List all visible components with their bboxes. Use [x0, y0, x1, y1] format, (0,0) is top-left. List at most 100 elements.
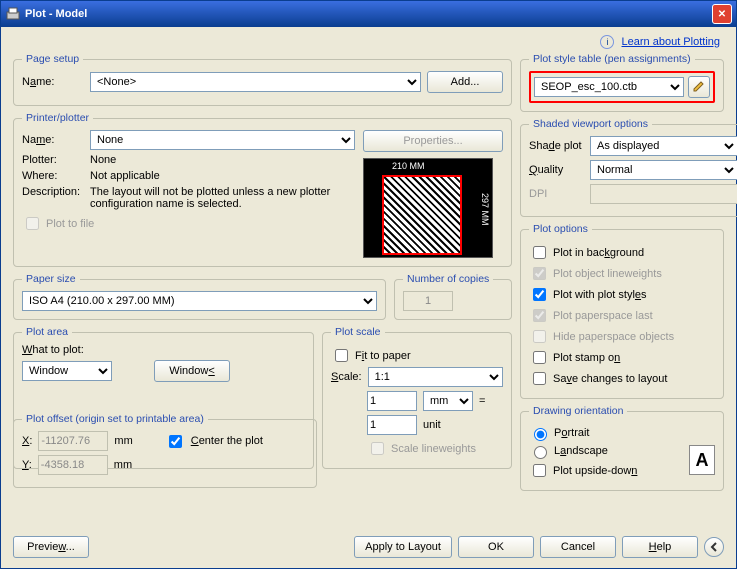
- chevron-left-icon: [709, 542, 719, 552]
- printer-group: Printer/plotter Name: None Plotter: None: [13, 112, 512, 267]
- plot-scale-group: Plot scale Fit to paper Scale: 1:1 mm =: [322, 326, 512, 469]
- orientation-legend: Drawing orientation: [529, 405, 627, 417]
- preview-width: 210 MM: [392, 161, 425, 171]
- copies-group: Number of copies: [394, 273, 512, 320]
- shade-plot-label: Shade plot: [529, 140, 584, 152]
- hide-paperspace-label: Hide paperspace objects: [553, 331, 674, 343]
- copies-input: [403, 291, 453, 311]
- style-table-legend: Plot style table (pen assignments): [529, 53, 695, 65]
- apply-layout-button[interactable]: Apply to Layout: [354, 536, 452, 558]
- plot-bg-label: Plot in background: [553, 247, 644, 259]
- shaded-group: Shaded viewport options Shade plot As dis…: [520, 118, 737, 217]
- titlebar: Plot - Model ✕: [1, 1, 736, 27]
- shade-plot-select[interactable]: As displayed: [590, 136, 737, 156]
- page-setup-name-select[interactable]: <None>: [90, 72, 421, 92]
- where-label: Where:: [22, 170, 84, 182]
- save-changes-label: Save changes to layout: [553, 373, 667, 385]
- quality-label: Quality: [529, 164, 584, 176]
- hide-paperspace-check: [533, 330, 546, 343]
- x-label: X:: [22, 435, 32, 447]
- plot-paperspace-label: Plot paperspace last: [553, 310, 653, 322]
- paper-size-group: Paper size ISO A4 (210.00 x 297.00 MM): [13, 273, 386, 320]
- plot-options-group: Plot options Plot in background Plot obj…: [520, 223, 724, 399]
- preview-button[interactable]: Preview...: [13, 536, 89, 558]
- unit-label: unit: [423, 419, 441, 431]
- plot-lw-label: Plot object lineweights: [553, 268, 662, 280]
- center-plot-check[interactable]: [169, 435, 182, 448]
- plot-area-legend: Plot area: [22, 326, 72, 338]
- plot-bg-check[interactable]: [533, 246, 546, 259]
- portrait-radio[interactable]: [534, 428, 547, 441]
- ok-button[interactable]: OK: [458, 536, 534, 558]
- desc-label: Description:: [22, 186, 84, 198]
- help-button[interactable]: Help: [622, 536, 698, 558]
- cancel-button[interactable]: Cancel: [540, 536, 616, 558]
- edit-style-button[interactable]: [688, 76, 710, 98]
- page-setup-name-label: Name:: [22, 76, 84, 88]
- expand-button[interactable]: [704, 537, 724, 557]
- page-setup-legend: Page setup: [22, 53, 83, 65]
- plot-icon: [5, 6, 21, 22]
- scale-lw-check: [371, 442, 384, 455]
- plot-stamp-check[interactable]: [533, 351, 546, 364]
- plot-to-file-check: [26, 217, 39, 230]
- upside-down-label: Plot upside-down: [553, 465, 637, 477]
- x-input: [38, 431, 108, 451]
- printer-name-label: Name:: [22, 134, 84, 146]
- close-button[interactable]: ✕: [712, 4, 732, 24]
- equals-icon: =: [479, 395, 485, 407]
- scale-lw-label: Scale lineweights: [391, 443, 476, 455]
- scale-label: Scale:: [331, 371, 362, 383]
- quality-select[interactable]: Normal: [590, 160, 737, 180]
- what-to-plot-select[interactable]: Window: [22, 361, 112, 381]
- copies-legend: Number of copies: [403, 273, 493, 285]
- plot-options-legend: Plot options: [529, 223, 592, 235]
- paper-size-select[interactable]: ISO A4 (210.00 x 297.00 MM): [22, 291, 377, 311]
- learn-link[interactable]: Learn about Plotting: [622, 36, 720, 48]
- fit-to-paper-check[interactable]: [335, 349, 348, 362]
- plot-offset-group: Plot offset (origin set to printable are…: [13, 413, 317, 488]
- preview-height: 297 MM: [480, 193, 490, 226]
- center-plot-label: Center the plot: [191, 435, 263, 447]
- plotter-value: None: [90, 154, 116, 166]
- info-icon: i: [600, 35, 614, 49]
- landscape-label: Landscape: [554, 445, 608, 457]
- window-button[interactable]: Window<: [154, 360, 230, 382]
- add-button[interactable]: Add...: [427, 71, 503, 93]
- orientation-icon: A: [689, 445, 715, 475]
- paper-size-legend: Paper size: [22, 273, 80, 285]
- y-label: Y:: [22, 459, 32, 471]
- dpi-input: [590, 184, 737, 204]
- plot-stamp-label: Plot stamp on: [553, 352, 620, 364]
- plotter-label: Plotter:: [22, 154, 84, 166]
- plot-styles-label: Plot with plot styles: [553, 289, 647, 301]
- scale-num2[interactable]: [367, 415, 417, 435]
- shaded-legend: Shaded viewport options: [529, 118, 652, 130]
- what-to-plot-label: What to plot:: [22, 344, 305, 356]
- dpi-label: DPI: [529, 188, 584, 200]
- scale-unit-select[interactable]: mm: [423, 391, 473, 411]
- y-input: [38, 455, 108, 475]
- plot-dialog: Plot - Model ✕ i Learn about Plotting Pa…: [0, 0, 737, 569]
- plot-to-file-label: Plot to file: [46, 218, 94, 230]
- printer-name-select[interactable]: None: [90, 130, 355, 150]
- style-table-select[interactable]: SEOP_esc_100.ctb: [534, 77, 684, 97]
- where-value: Not applicable: [90, 170, 160, 182]
- desc-value: The layout will not be plotted unless a …: [90, 186, 355, 210]
- paper-preview: 210 MM 297 MM: [363, 158, 493, 258]
- landscape-radio[interactable]: [534, 446, 547, 459]
- orientation-group: Drawing orientation Portrait Landscape P…: [520, 405, 724, 491]
- upside-down-check[interactable]: [533, 464, 546, 477]
- style-table-group: Plot style table (pen assignments) SEOP_…: [520, 53, 724, 112]
- plot-styles-check[interactable]: [533, 288, 546, 301]
- scale-num1[interactable]: [367, 391, 417, 411]
- printer-legend: Printer/plotter: [22, 112, 93, 124]
- x-unit: mm: [114, 435, 132, 447]
- plot-lw-check: [533, 267, 546, 280]
- plot-paperspace-check: [533, 309, 546, 322]
- portrait-label: Portrait: [554, 427, 589, 439]
- plot-scale-legend: Plot scale: [331, 326, 385, 338]
- plot-offset-legend: Plot offset (origin set to printable are…: [22, 413, 208, 425]
- scale-select[interactable]: 1:1: [368, 367, 503, 387]
- save-changes-check[interactable]: [533, 372, 546, 385]
